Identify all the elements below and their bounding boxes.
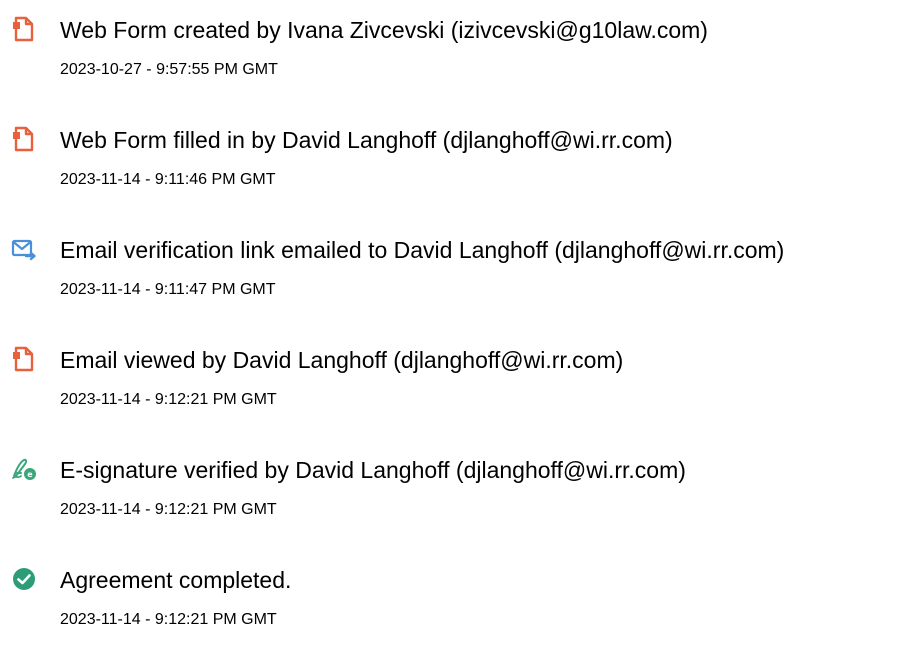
e-signature-icon: e: [11, 456, 37, 482]
history-event: Web Form filled in by David Langhoff (dj…: [0, 122, 903, 212]
event-title: Web Form created by Ivana Zivcevski (izi…: [60, 17, 708, 43]
check-circle-icon: [11, 566, 37, 592]
history-event: Agreement completed. 2023-11-14 - 9:12:2…: [0, 562, 903, 652]
document-icon: [11, 126, 37, 152]
event-timestamp: 2023-11-14 - 9:12:21 PM GMT: [60, 501, 277, 518]
document-icon: [11, 16, 37, 42]
email-send-icon: [11, 236, 37, 262]
event-timestamp: 2023-11-14 - 9:12:21 PM GMT: [60, 611, 277, 628]
event-title: E-signature verified by David Langhoff (…: [60, 457, 686, 483]
svg-text:e: e: [27, 470, 33, 479]
document-icon: [11, 346, 37, 372]
history-event: Web Form created by Ivana Zivcevski (izi…: [0, 12, 903, 102]
history-event: e E-signature verified by David Langhoff…: [0, 452, 903, 542]
event-title: Agreement completed.: [60, 567, 292, 593]
event-timestamp: 2023-10-27 - 9:57:55 PM GMT: [60, 61, 278, 78]
event-title: Web Form filled in by David Langhoff (dj…: [60, 127, 673, 153]
history-event: Email viewed by David Langhoff (djlangho…: [0, 342, 903, 432]
event-timestamp: 2023-11-14 - 9:11:46 PM GMT: [60, 171, 276, 188]
event-title: Email verification link emailed to David…: [60, 237, 785, 263]
history-event: Email verification link emailed to David…: [0, 232, 903, 322]
event-timestamp: 2023-11-14 - 9:12:21 PM GMT: [60, 391, 277, 408]
event-title: Email viewed by David Langhoff (djlangho…: [60, 347, 624, 373]
event-timestamp: 2023-11-14 - 9:11:47 PM GMT: [60, 281, 276, 298]
